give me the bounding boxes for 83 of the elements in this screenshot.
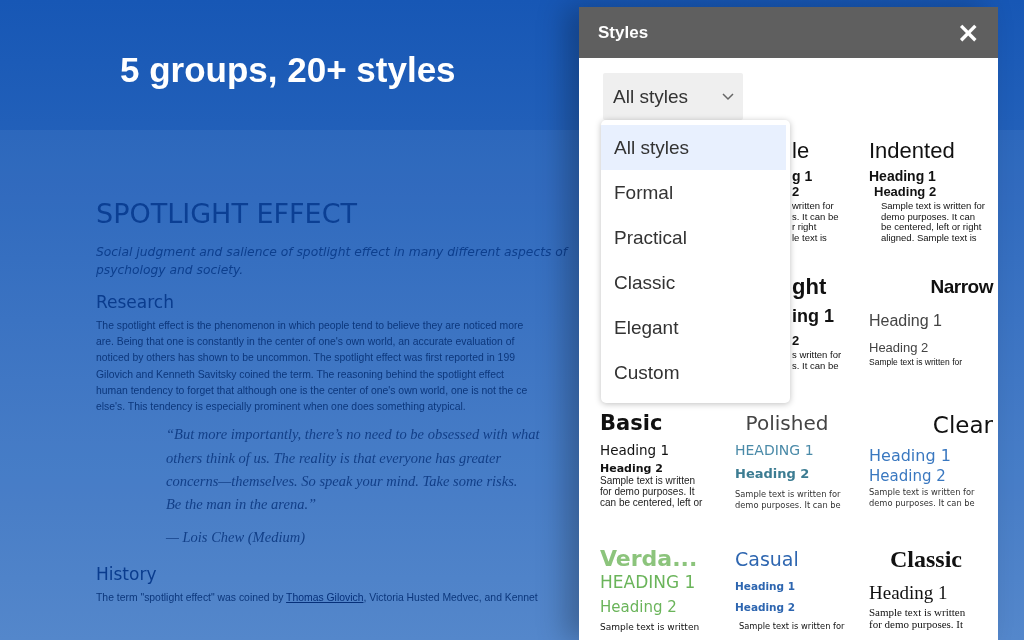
- style-name: Basic: [600, 411, 663, 435]
- heading-2-sample: 2: [792, 333, 800, 348]
- sample-text-line: demo purposes. It can be: [869, 497, 975, 508]
- paragraph-line: else's. This tendency is especially prominent when one does something atypical.: [96, 400, 466, 414]
- sample-text-line: Sample text is written for: [881, 200, 985, 211]
- heading-2-sample: Heading 2: [869, 467, 946, 485]
- close-button[interactable]: ×: [952, 18, 984, 47]
- heading-1-sample: g 1: [792, 168, 813, 184]
- menu-option[interactable]: Elegant: [601, 305, 790, 350]
- quote-source: — Lois Chew (Medium): [166, 528, 305, 548]
- paragraph: The term "spotlight effect" was coined by Thomas Gilovich, Victoria Husted Medvec, and Kennet: [96, 590, 538, 605]
- sample-text-line: can be centered, left or: [600, 497, 703, 508]
- style-name: ght: [792, 274, 827, 299]
- sample-text-line: s written for: [792, 349, 842, 360]
- sample-text-line: Sample text is written for: [869, 357, 963, 367]
- heading-2-sample: Heading 2: [600, 462, 663, 475]
- sample-text-line: Sample text is written: [600, 622, 700, 632]
- style-name: Narrow: [930, 276, 993, 297]
- heading-1-sample: Heading 1: [869, 312, 942, 329]
- sample-text-line: for demo purposes. It: [869, 618, 964, 630]
- heading-1-sample: Heading 1: [869, 168, 936, 184]
- sample-text-line: s. It can be: [792, 210, 839, 222]
- banner-title: 5 groups, 20+ styles: [120, 50, 456, 90]
- style-name: Verda...: [600, 546, 698, 571]
- chevron-down-icon: [722, 92, 734, 101]
- paragraph-line: human tendency to forget that although one is the center of one's own world, one is not the ce: [96, 383, 528, 398]
- heading-1-sample: ing 1: [792, 306, 834, 326]
- sample-text-line: aligned. Sample text is: [881, 231, 977, 243]
- heading-1-sample: HEADING 1: [735, 442, 814, 458]
- heading-1-sample: Heading 1: [735, 580, 796, 592]
- style-name: Indented: [869, 138, 955, 163]
- heading-2-sample: Heading 2: [735, 601, 796, 613]
- style-name: Casual: [735, 548, 799, 570]
- style-name: le: [792, 138, 810, 163]
- style-preview-card[interactable]: Polished HEADING 1 Heading 2 Sample text is written for demo purposes. It can be: [735, 410, 869, 546]
- heading-2-sample: 2: [792, 184, 800, 199]
- style-name: Classic: [890, 546, 962, 572]
- paragraph-line: Gilovich and Kenneth Savitsky coined the term. The reasoning behind the spotlight effect: [96, 367, 504, 382]
- heading-2-sample: Heading 2: [869, 340, 929, 355]
- menu-option[interactable]: Practical: [601, 215, 790, 260]
- sample-text-line: written for: [792, 200, 834, 211]
- panel-title: Styles: [598, 22, 649, 43]
- heading-1-sample: Heading 1: [869, 446, 951, 465]
- style-name: Clear: [932, 412, 993, 438]
- sample-text-line: Sample text is written for: [735, 489, 841, 499]
- section-heading: History: [96, 563, 157, 584]
- menu-option[interactable]: Formal: [601, 170, 790, 215]
- sample-text-line: for demo purposes. It: [600, 486, 695, 497]
- style-preview-card[interactable]: Casual Heading 1 Heading 2 Sample text is written for: [735, 546, 869, 640]
- quote-line: “But more importantly, there’s no need to be obsessed with what: [166, 425, 540, 445]
- quote-line: others think of us. The reality is that everyone has greater: [166, 448, 502, 468]
- style-preview-card[interactable]: Narrow Heading 1 Heading 2 Sample text is written for: [869, 274, 1003, 410]
- sample-text-line: Sample text is written: [600, 475, 696, 486]
- paragraph-line: are. Being that one is constantly in the center of one's own world, an accurate evaluation of: [96, 335, 515, 350]
- sample-text-line: be centered, left or right: [881, 221, 982, 232]
- heading-2-sample: Heading 2: [874, 184, 937, 199]
- menu-option[interactable]: All styles: [601, 125, 786, 170]
- quote-line: Be the man in the arena.”: [166, 495, 317, 515]
- menu-option[interactable]: Classic: [601, 260, 790, 305]
- sample-text-line: le text is: [792, 231, 827, 243]
- sample-text-line: Sample text is written: [869, 606, 966, 618]
- style-preview-card[interactable]: Clear Heading 1 Heading 2 Sample text is written for demo purposes. It can be: [869, 410, 1003, 546]
- style-preview-card[interactable]: Classic Heading 1 Sample text is written for demo purposes. It: [869, 546, 1003, 640]
- sample-text-line: demo purposes. It can: [881, 210, 975, 222]
- heading-2-sample: Heading 2: [735, 466, 810, 481]
- style-preview-card[interactable]: Basic Heading 1 Heading 2 Sample text is written for demo purposes. It can be centered, left or: [600, 410, 735, 546]
- style-filter-dropdown[interactable]: All styles: [603, 73, 743, 120]
- quote-line: concerns—themselves. So speak your mind. Take some risks.: [166, 471, 518, 491]
- paragraph-line: noticed by others has shown to be uncommon. The spotlight effect was first reported in 199: [96, 351, 515, 366]
- heading-1-sample: HEADING 1: [600, 572, 696, 592]
- style-preview-card[interactable]: Indented Heading 1 Heading 2 Sample text is written for demo purposes. It can be centered, left or right aligned. Sample text is: [869, 138, 1003, 274]
- style-preview-card[interactable]: Verda... HEADING 1 Heading 2 Sample text is written: [600, 546, 735, 640]
- sample-text-line: Sample text is written for: [869, 487, 975, 497]
- sample-text-line: Sample text is written for: [739, 621, 845, 631]
- paragraph-line: The spotlight effect is the phenomenon in which people tend to believe they are noticed more: [96, 319, 524, 333]
- heading-1-sample: Heading 1: [869, 582, 948, 603]
- menu-option[interactable]: Custom: [601, 350, 790, 395]
- style-name: Polished: [745, 411, 829, 435]
- heading-1-sample: Heading 1: [600, 442, 670, 458]
- heading-2-sample: Heading 2: [600, 598, 677, 616]
- sample-text-line: demo purposes. It can be: [735, 500, 841, 510]
- sample-text-line: r right: [792, 221, 817, 232]
- sample-text-line: s. It can be: [792, 359, 839, 371]
